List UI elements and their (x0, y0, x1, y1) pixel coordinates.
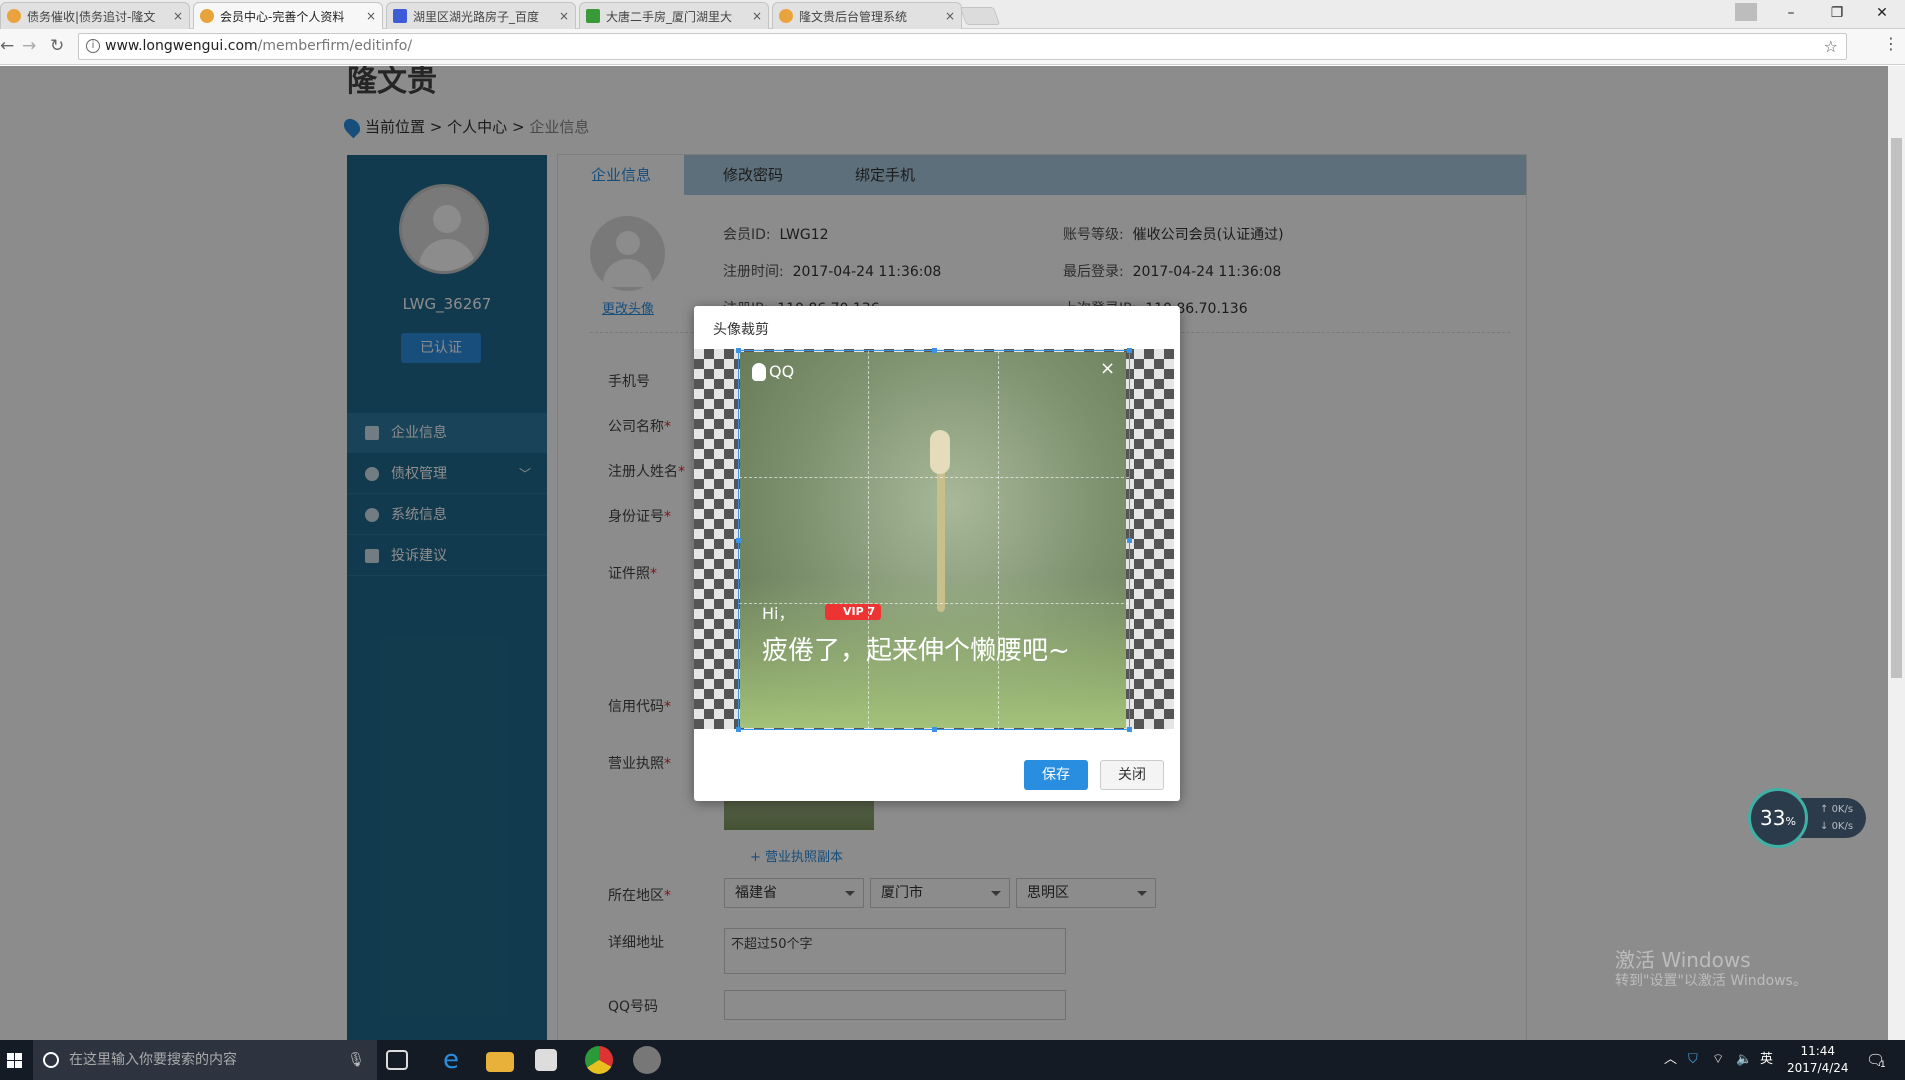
activate-windows-hint: 转到"设置"以激活 Windows。 (1615, 973, 1807, 989)
system-clock[interactable]: 11:44 2017/4/24 (1787, 1043, 1849, 1077)
coin-icon (779, 9, 793, 23)
tab-close-icon[interactable]: × (945, 9, 955, 23)
speed-readout: ↑ 0K/s ↓ 0K/s (1800, 798, 1866, 838)
tab-title: 大唐二手房_厦门湖里大 (606, 9, 733, 24)
file-explorer-icon[interactable] (486, 1052, 514, 1072)
windows-taskbar: 在这里输入你要搜索的内容 🎙 e ︿ ⛉ ⌔ 🔈 英 11:44 2017/4/2… (0, 1040, 1905, 1080)
tab-close-icon[interactable]: × (173, 9, 183, 23)
crop-handle[interactable] (1127, 538, 1132, 543)
network-icon[interactable]: ⌔ (1712, 1040, 1724, 1080)
tab-title: 隆文贵后台管理系统 (799, 9, 908, 24)
start-button[interactable] (0, 1040, 32, 1080)
browser-tab-active[interactable]: 会员中心-完善个人资料 × (193, 2, 383, 29)
crop-handle[interactable] (736, 538, 741, 543)
maximize-button[interactable]: ❐ (1814, 0, 1860, 28)
coin-icon (7, 9, 21, 23)
taskbar-search-input[interactable]: 在这里输入你要搜索的内容 🎙 (33, 1040, 377, 1080)
site-info-icon[interactable]: i (86, 39, 100, 53)
edge-browser-icon[interactable]: e (437, 1046, 465, 1074)
tab-close-icon[interactable]: × (559, 9, 569, 23)
paw-icon (393, 9, 407, 23)
tab-close-icon[interactable]: × (752, 9, 762, 23)
app-icon[interactable] (633, 1046, 661, 1074)
forward-icon[interactable]: → (22, 36, 36, 56)
cortana-icon (43, 1052, 59, 1068)
volume-icon[interactable]: 🔈 (1736, 1040, 1752, 1080)
bookmark-star-icon[interactable]: ☆ (1824, 34, 1838, 59)
tab-title: 会员中心-完善个人资料 (220, 9, 345, 24)
reload-icon[interactable]: ↻ (50, 36, 64, 56)
notification-count: 1 (1880, 1060, 1886, 1070)
chrome-icon[interactable] (585, 1046, 613, 1074)
crop-handle[interactable] (1127, 727, 1132, 732)
network-speed-widget[interactable]: ↑ 0K/s ↓ 0K/s 33% (1748, 788, 1866, 848)
tab-title: 湖里区湖光路房子_百度 (413, 9, 540, 24)
crop-selection-box[interactable] (736, 348, 1132, 732)
crop-handle[interactable] (932, 348, 937, 353)
activate-windows-watermark: 激活 Windows (1615, 948, 1751, 972)
url-path: /memberfirm/editinfo/ (257, 38, 413, 54)
tab-close-icon[interactable]: × (366, 9, 376, 23)
new-tab-button[interactable] (959, 7, 1001, 25)
show-hidden-icons[interactable]: ︿ (1664, 1040, 1677, 1080)
house-icon (586, 9, 600, 23)
browser-tab[interactable]: 隆文贵后台管理系统 × (772, 2, 962, 29)
browser-tab[interactable]: 债务催收|债务追讨-隆文 × (0, 2, 190, 29)
crop-handle[interactable] (736, 727, 741, 732)
browser-tab[interactable]: 湖里区湖光路房子_百度 × (386, 2, 576, 29)
page-scrollbar[interactable] (1888, 66, 1905, 1040)
security-shield-icon[interactable]: ⛉ (1688, 1040, 1698, 1080)
user-profile-icon[interactable] (1724, 0, 1768, 28)
minimize-button[interactable]: – (1768, 0, 1814, 28)
microphone-icon[interactable]: 🎙 (347, 1040, 365, 1080)
back-icon[interactable]: ← (0, 36, 14, 56)
task-view-icon[interactable] (386, 1050, 408, 1070)
save-button[interactable]: 保存 (1024, 760, 1088, 790)
browser-tab[interactable]: 大唐二手房_厦门湖里大 × (579, 2, 769, 29)
crop-handle[interactable] (736, 348, 741, 353)
coin-icon (200, 9, 214, 23)
browser-menu-icon[interactable]: ⋮ (1883, 34, 1899, 53)
close-window-button[interactable]: ✕ (1859, 0, 1905, 28)
tab-title: 债务催收|债务追讨-隆文 (27, 9, 156, 24)
browser-tab-strip: 债务催收|债务追讨-隆文 × 会员中心-完善个人资料 × 湖里区湖光路房子_百度… (0, 0, 1905, 29)
url-host: www.longwengui.com (105, 38, 258, 54)
close-button[interactable]: 关闭 (1100, 760, 1164, 790)
input-method-indicator[interactable]: 英 (1760, 1040, 1773, 1080)
crop-handle[interactable] (932, 727, 937, 732)
search-placeholder: 在这里输入你要搜索的内容 (69, 1052, 237, 1068)
store-icon[interactable] (535, 1049, 557, 1071)
scrollbar-thumb[interactable] (1891, 138, 1902, 678)
dialog-title: 头像裁剪 (713, 322, 769, 338)
memory-usage-gauge: 33% (1748, 788, 1808, 848)
address-bar[interactable]: i www.longwengui.com/memberfirm/editinfo… (78, 33, 1847, 60)
crop-handle[interactable] (1127, 348, 1132, 353)
